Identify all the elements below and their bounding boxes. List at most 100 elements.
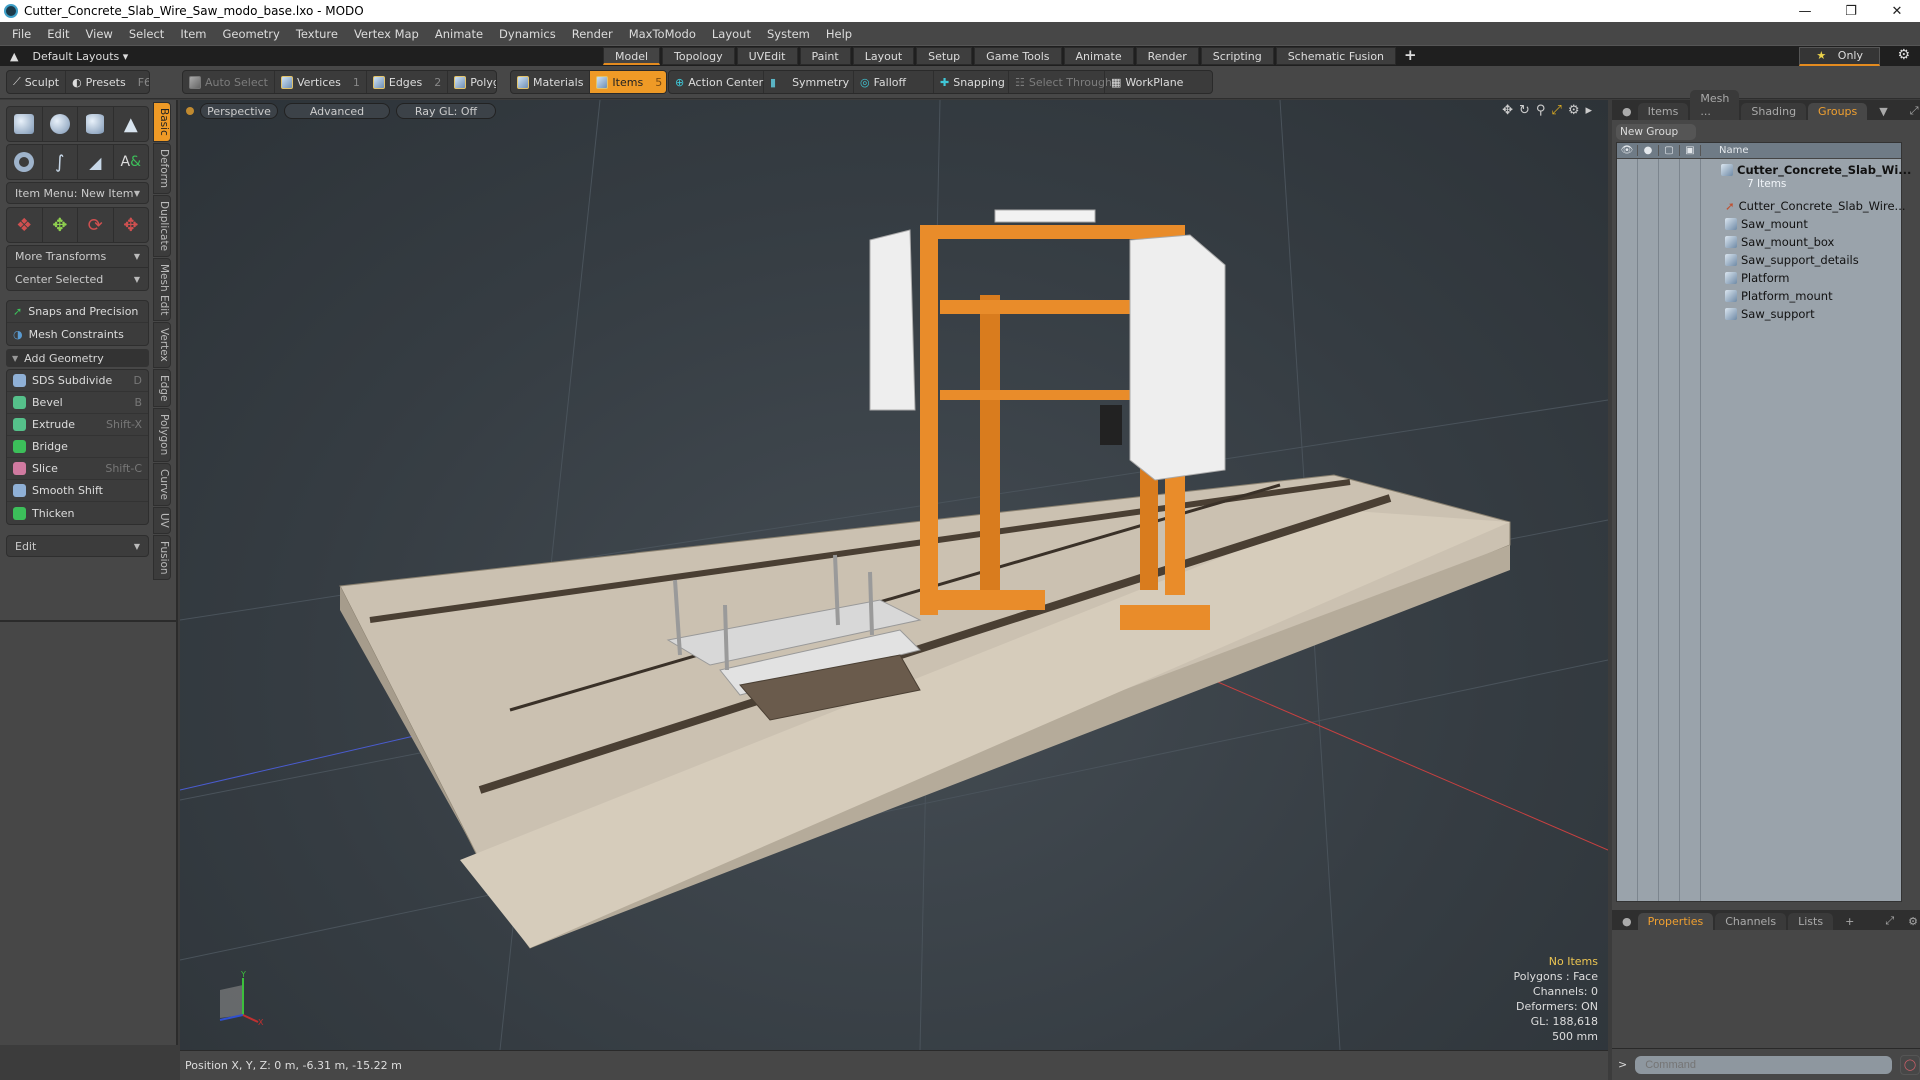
- menu-system[interactable]: System: [759, 27, 818, 41]
- vtab-duplicate[interactable]: Duplicate: [153, 194, 171, 257]
- tab-game-tools[interactable]: Game Tools: [974, 47, 1062, 65]
- 3d-viewport[interactable]: Perspective Advanced Ray GL: Off ✥ ↻ ⚲ ⤢…: [180, 100, 1608, 1050]
- tool-slice[interactable]: Slice Shift-C: [7, 458, 148, 480]
- tab-setup[interactable]: Setup: [916, 47, 973, 65]
- vtab-vertex[interactable]: Vertex: [153, 322, 171, 368]
- select-through-button[interactable]: ☷ Select Through: [1009, 71, 1112, 93]
- panel-dot-icon[interactable]: ●: [1618, 103, 1636, 120]
- group-item-row[interactable]: Platform_mount: [1725, 287, 1833, 305]
- menu-file[interactable]: File: [4, 27, 39, 41]
- more-transforms-dropdown[interactable]: More Transforms ▼: [7, 246, 148, 268]
- new-group-button[interactable]: New Group: [1616, 124, 1696, 140]
- menu-animate[interactable]: Animate: [427, 27, 491, 41]
- tab-animate[interactable]: Animate: [1063, 47, 1134, 65]
- menu-item[interactable]: Item: [172, 27, 214, 41]
- render-camera-icon[interactable]: ●: [1638, 145, 1659, 156]
- minimize-button[interactable]: —: [1782, 0, 1828, 22]
- scale-button[interactable]: ✥: [114, 208, 149, 242]
- vtab-uv[interactable]: UV: [153, 506, 171, 534]
- item-menu-dropdown[interactable]: Item Menu: New Item ▼: [6, 182, 149, 204]
- edges-mode-button[interactable]: Edges 2: [367, 71, 449, 93]
- tool-bevel[interactable]: Bevel B: [7, 392, 148, 414]
- vertices-mode-button[interactable]: Vertices 1: [275, 71, 367, 93]
- pan-icon[interactable]: ✥: [1502, 103, 1513, 118]
- vtab-mesh-edit[interactable]: Mesh Edit: [153, 257, 171, 322]
- record-macro-button[interactable]: ◯: [1900, 1054, 1920, 1075]
- add-tab-button[interactable]: +: [1835, 913, 1864, 930]
- viewport-menu-arrow-icon[interactable]: ▸: [1585, 103, 1592, 118]
- menu-geometry[interactable]: Geometry: [215, 27, 288, 41]
- tab-uvedit[interactable]: UVEdit: [736, 47, 798, 65]
- vtab-curve[interactable]: Curve: [153, 462, 171, 506]
- cylinder-primitive-button[interactable]: [78, 107, 114, 141]
- snapping-button[interactable]: ✚ Snapping: [934, 71, 1009, 93]
- transform-button[interactable]: ❖: [7, 208, 43, 242]
- restore-button[interactable]: ❐: [1828, 0, 1874, 22]
- tab-scripting[interactable]: Scripting: [1200, 47, 1274, 65]
- tool-bridge[interactable]: Bridge: [7, 436, 148, 458]
- tab-groups[interactable]: Groups: [1808, 103, 1868, 120]
- menu-select[interactable]: Select: [121, 27, 172, 41]
- vtab-fusion[interactable]: Fusion: [153, 534, 171, 581]
- lock-cube-icon[interactable]: ▢: [1659, 145, 1680, 156]
- gear-icon[interactable]: ⚙: [1897, 47, 1910, 63]
- capsule-primitive-button[interactable]: ∫: [43, 145, 78, 179]
- text-tool-button[interactable]: A&: [114, 145, 149, 179]
- tool-sds-subdivide[interactable]: SDS Subdivide D: [7, 370, 148, 392]
- tab-lists[interactable]: Lists: [1788, 913, 1834, 930]
- collapse-arrow-icon[interactable]: ▲: [10, 50, 18, 63]
- tab-items[interactable]: Items: [1637, 103, 1689, 120]
- tab-channels[interactable]: Channels: [1715, 913, 1787, 930]
- items-mode-button[interactable]: Items 5: [590, 71, 666, 93]
- rotate-button[interactable]: ⟳: [78, 208, 114, 242]
- menu-maxtomodo[interactable]: MaxToModo: [621, 27, 704, 41]
- tabs-dropdown-icon[interactable]: ▼: [1869, 103, 1897, 120]
- zoom-icon[interactable]: ⚲: [1536, 103, 1546, 118]
- tab-properties[interactable]: Properties: [1637, 913, 1714, 930]
- viewport-status-dot[interactable]: [186, 107, 194, 115]
- add-tab-button[interactable]: +: [1398, 47, 1423, 65]
- maximize-viewport-icon[interactable]: ⤢: [1551, 103, 1561, 118]
- group-item-row[interactable]: Saw_mount: [1725, 215, 1808, 233]
- presets-button[interactable]: ◐ Presets F6: [66, 71, 149, 93]
- mesh-constraints-button[interactable]: ◑ Mesh Constraints: [7, 323, 148, 345]
- raygl-toggle[interactable]: Ray GL: Off: [396, 103, 496, 119]
- name-column-header[interactable]: Name: [1719, 145, 1749, 156]
- default-layouts-dropdown[interactable]: Default Layouts ▾: [32, 50, 128, 63]
- menu-render[interactable]: Render: [564, 27, 621, 41]
- menu-view[interactable]: View: [78, 27, 121, 41]
- pen-tool-button[interactable]: ◢: [78, 145, 114, 179]
- vtab-polygon[interactable]: Polygon: [153, 408, 171, 462]
- auto-select-button[interactable]: Auto Select: [183, 71, 275, 93]
- vtab-basic[interactable]: Basic: [153, 102, 171, 142]
- torus-primitive-button[interactable]: [7, 145, 43, 179]
- rotate-view-icon[interactable]: ↻: [1519, 103, 1530, 118]
- polygons-mode-button[interactable]: Polygons: [448, 71, 496, 93]
- menu-help[interactable]: Help: [818, 27, 860, 41]
- move-button[interactable]: ✥: [43, 208, 78, 242]
- tool-smooth-shift[interactable]: Smooth Shift: [7, 480, 148, 502]
- materials-mode-button[interactable]: Materials: [511, 71, 591, 93]
- tab-layout[interactable]: Layout: [852, 47, 915, 65]
- group-item-row[interactable]: ➚ Cutter_Concrete_Slab_Wire...: [1725, 197, 1906, 215]
- falloff-button[interactable]: ◎ Falloff: [854, 71, 934, 93]
- tab-mesh[interactable]: Mesh ...: [1690, 90, 1740, 120]
- vtab-deform[interactable]: Deform: [153, 142, 171, 194]
- expand-panel-icon[interactable]: ⤢: [1900, 102, 1920, 120]
- close-button[interactable]: ✕: [1874, 0, 1920, 22]
- select-cube-icon[interactable]: ▣: [1680, 145, 1701, 156]
- edit-dropdown[interactable]: Edit ▼: [6, 535, 149, 557]
- sculpt-button[interactable]: ⟋ Sculpt: [7, 71, 67, 93]
- center-selected-dropdown[interactable]: Center Selected ▼: [7, 268, 148, 290]
- symmetry-button[interactable]: ▮ Symmetry: [764, 71, 854, 93]
- cube-primitive-button[interactable]: [7, 107, 43, 141]
- tab-topology[interactable]: Topology: [662, 47, 735, 65]
- tab-model[interactable]: Model: [603, 47, 661, 65]
- panel-dot-icon[interactable]: ●: [1618, 913, 1636, 930]
- tool-extrude[interactable]: Extrude Shift-X: [7, 414, 148, 436]
- visibility-eye-icon[interactable]: 👁: [1617, 145, 1638, 156]
- group-item-row[interactable]: Saw_support_details: [1725, 251, 1859, 269]
- tab-paint[interactable]: Paint: [799, 47, 851, 65]
- vtab-edge[interactable]: Edge: [153, 368, 171, 408]
- add-geometry-header[interactable]: ▼ Add Geometry: [6, 349, 149, 367]
